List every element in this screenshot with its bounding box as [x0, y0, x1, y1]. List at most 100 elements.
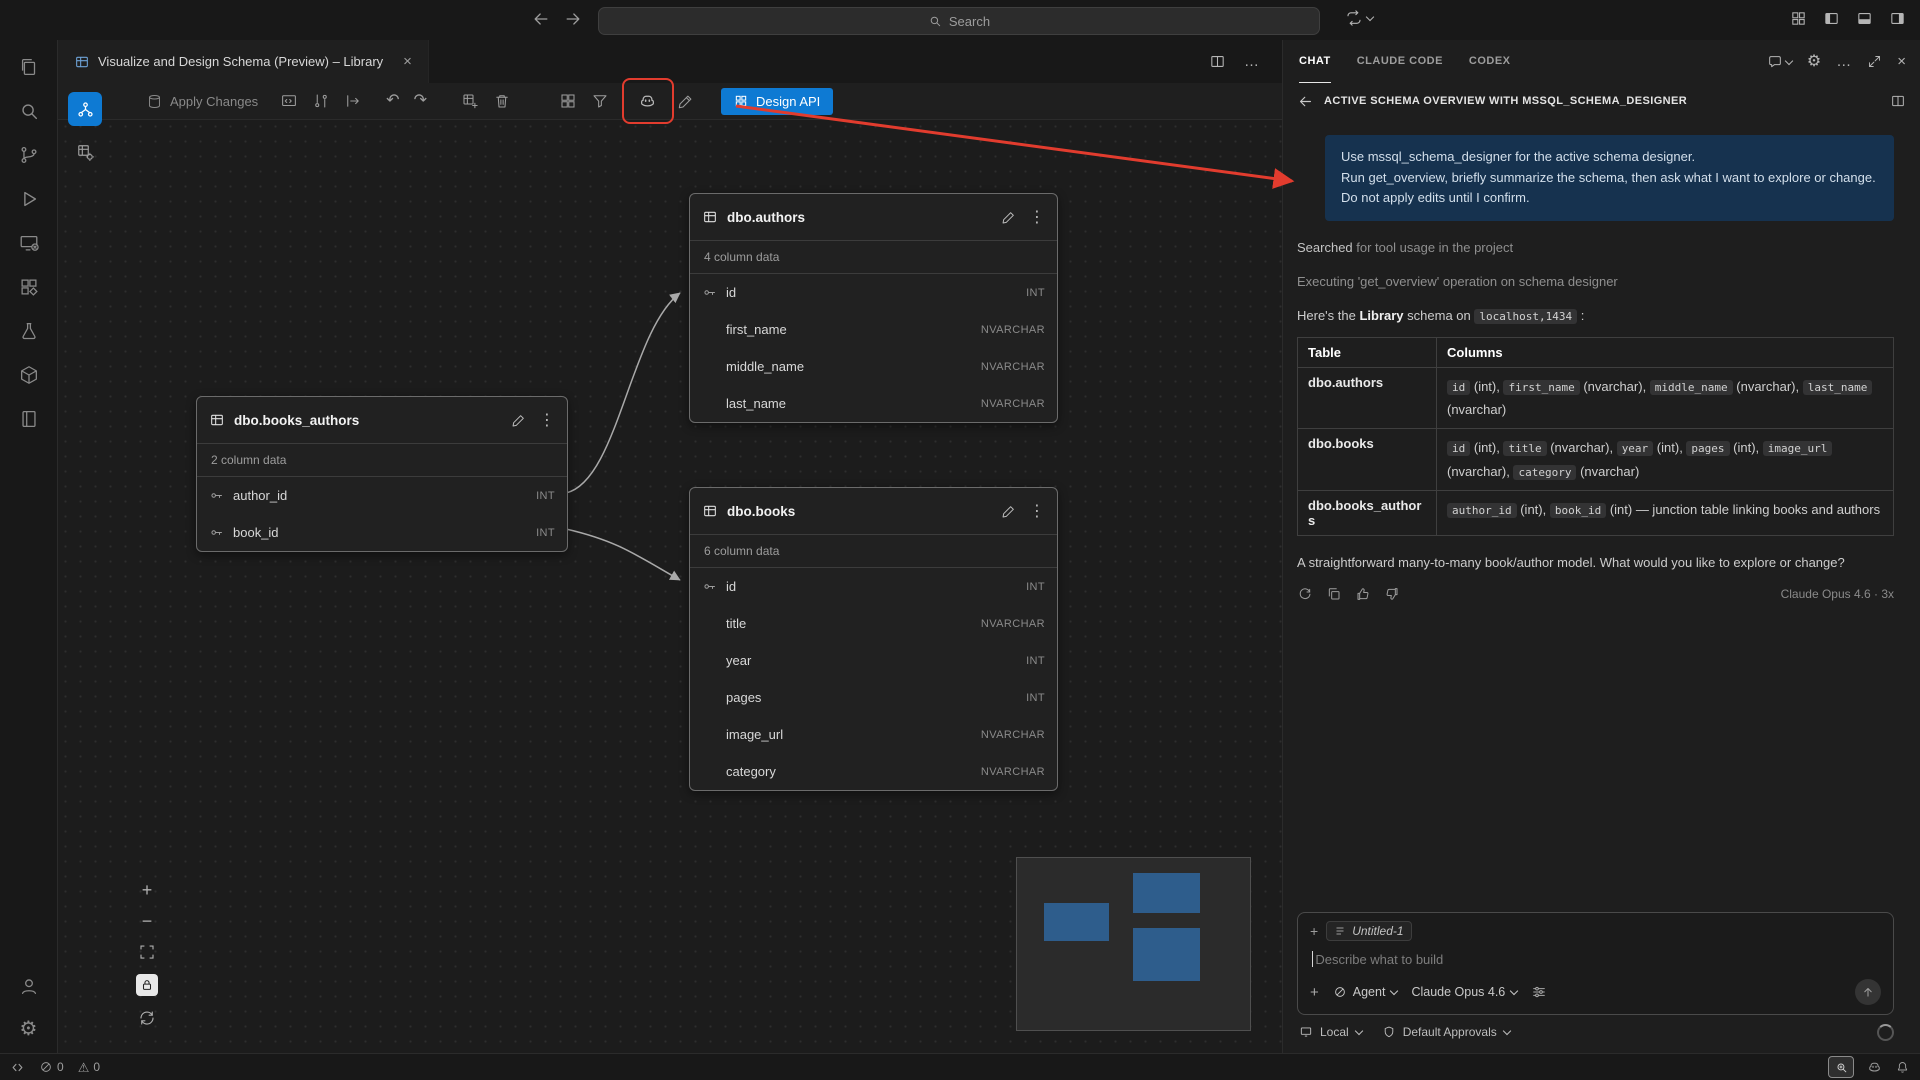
zoom-out-button[interactable]: − — [142, 912, 153, 930]
send-button[interactable] — [1855, 979, 1881, 1005]
source-control-icon[interactable] — [18, 144, 40, 166]
model-picker[interactable]: Claude Opus 4.6 — [1411, 985, 1517, 999]
column-row-id[interactable]: idINT — [690, 274, 1057, 311]
testing-icon[interactable] — [18, 320, 40, 342]
toggle-panel-icon[interactable] — [1856, 10, 1873, 27]
run-debug-icon[interactable] — [18, 188, 40, 210]
remote-indicator-icon[interactable] — [10, 1060, 25, 1075]
table-menu-icon[interactable]: ⋮ — [539, 410, 555, 430]
chat-more-icon[interactable]: … — [1836, 53, 1852, 70]
column-row-middle_name[interactable]: middle_nameNVARCHAR — [690, 348, 1057, 385]
edit-table-icon[interactable] — [1001, 209, 1017, 225]
diagram-minimap[interactable] — [1016, 857, 1251, 1031]
copilot-status-icon[interactable] — [1866, 1059, 1883, 1076]
split-editor-icon[interactable] — [1209, 53, 1226, 70]
column-name: author_id — [233, 488, 536, 503]
table-card-authors[interactable]: dbo.authors ⋮ 4 column data idINTfirst_n… — [689, 193, 1058, 423]
attach-icon[interactable]: + — [1310, 984, 1319, 1001]
tools-sliders-icon[interactable] — [1531, 984, 1547, 1000]
chat-tab-chat[interactable]: CHAT — [1299, 40, 1331, 83]
table-definition-view-button[interactable] — [68, 135, 102, 169]
toggle-sidebar-icon[interactable] — [1823, 10, 1840, 27]
notebook-icon[interactable] — [18, 408, 40, 430]
table-menu-icon[interactable]: ⋮ — [1029, 501, 1045, 521]
open-session-in-editor-icon[interactable] — [1890, 93, 1906, 109]
column-row-pages[interactable]: pagesINT — [690, 679, 1057, 716]
account-icon[interactable] — [18, 975, 40, 997]
thumbs-up-icon[interactable] — [1355, 586, 1371, 602]
chat-tab-claude-code[interactable]: CLAUDE CODE — [1357, 40, 1443, 83]
back-arrow-icon[interactable] — [531, 9, 551, 29]
user-message-line: Run get_overview, briefly summarize the … — [1341, 168, 1878, 189]
customize-layout-icon[interactable] — [1790, 10, 1807, 27]
close-chat-icon[interactable]: × — [1897, 53, 1906, 70]
table-card-books[interactable]: dbo.books ⋮ 6 column data idINTtitleNVAR… — [689, 487, 1058, 791]
publish-icon[interactable] — [344, 92, 362, 110]
column-row-title[interactable]: titleNVARCHAR — [690, 605, 1057, 642]
table-card-books-authors[interactable]: dbo.books_authors ⋮ 2 column data author… — [196, 396, 568, 552]
editor-tab-schema-designer[interactable]: Visualize and Design Schema (Preview) – … — [58, 40, 429, 83]
editor-actions-more-icon[interactable]: … — [1244, 53, 1260, 70]
regenerate-icon[interactable] — [1297, 586, 1313, 602]
column-row-last_name[interactable]: last_nameNVARCHAR — [690, 385, 1057, 422]
filter-icon[interactable] — [591, 92, 609, 110]
delete-table-icon[interactable] — [493, 92, 511, 110]
chat-settings-gear-icon[interactable]: ⚙ — [1807, 54, 1821, 70]
problems-errors[interactable]: 0 — [39, 1060, 64, 1074]
chat-input-field[interactable]: Describe what to build — [1312, 951, 1879, 967]
explorer-icon[interactable] — [18, 56, 40, 78]
database-projects-icon[interactable] — [18, 364, 40, 386]
close-tab-icon[interactable]: × — [403, 53, 412, 70]
table-menu-icon[interactable]: ⋮ — [1029, 207, 1045, 227]
notifications-bell-icon[interactable] — [1895, 1060, 1910, 1075]
add-table-icon[interactable] — [461, 92, 479, 110]
lock-button[interactable] — [136, 974, 158, 996]
environment-picker[interactable]: Local — [1299, 1025, 1362, 1039]
back-icon[interactable] — [1297, 93, 1314, 110]
mode-picker[interactable]: Agent — [1333, 985, 1398, 999]
attached-file-chip[interactable]: Untitled-1 — [1326, 921, 1411, 941]
column-row-book_id[interactable]: book_idINT — [197, 514, 567, 551]
column-row-id[interactable]: idINT — [690, 568, 1057, 605]
pen-icon[interactable] — [677, 92, 695, 110]
auto-arrange-icon[interactable] — [559, 92, 577, 110]
redo-icon[interactable]: ↷ — [414, 93, 427, 109]
search-sidebar-icon[interactable] — [18, 100, 40, 122]
apply-changes-button[interactable]: Apply Changes — [146, 93, 258, 110]
copy-icon[interactable] — [1326, 586, 1342, 602]
chat-input-box[interactable]: + Untitled-1 Describe what to build + — [1297, 912, 1894, 1015]
chat-tab-codex[interactable]: CODEX — [1469, 40, 1511, 83]
problems-warnings[interactable]: ⚠ 0 — [78, 1060, 100, 1074]
forward-arrow-icon[interactable] — [563, 9, 583, 29]
fit-to-screen-button[interactable] — [138, 943, 156, 961]
thumbs-down-icon[interactable] — [1384, 586, 1400, 602]
edit-table-icon[interactable] — [511, 412, 527, 428]
remote-explorer-icon[interactable] — [18, 232, 40, 254]
refresh-layout-button[interactable] — [138, 1009, 156, 1027]
column-row-image_url[interactable]: image_urlNVARCHAR — [690, 716, 1057, 753]
approvals-picker[interactable]: Default Approvals — [1382, 1025, 1510, 1039]
design-api-button[interactable]: Design API — [721, 88, 833, 115]
column-row-category[interactable]: categoryNVARCHAR — [690, 753, 1057, 790]
copilot-highlighted-button[interactable] — [633, 87, 663, 115]
table-column-count: 6 column data — [690, 535, 1057, 568]
column-row-year[interactable]: yearINT — [690, 642, 1057, 679]
zoom-in-button[interactable]: + — [142, 881, 153, 899]
expand-chat-icon[interactable] — [1867, 54, 1882, 69]
chat-mode-icon[interactable] — [1767, 54, 1792, 70]
column-row-author_id[interactable]: author_idINT — [197, 477, 567, 514]
undo-icon[interactable]: ↶ — [386, 93, 399, 109]
zoom-control-button[interactable] — [1828, 1056, 1854, 1078]
extensions-icon[interactable] — [18, 276, 40, 298]
add-context-icon[interactable]: + — [1310, 923, 1318, 939]
toggle-secondary-sidebar-icon[interactable] — [1889, 10, 1906, 27]
view-code-icon[interactable] — [280, 92, 298, 110]
schema-diagram-view-button[interactable] — [68, 92, 102, 126]
column-row-first_name[interactable]: first_nameNVARCHAR — [690, 311, 1057, 348]
session-picker[interactable] — [1345, 9, 1373, 27]
command-center-search[interactable]: Search — [598, 7, 1320, 35]
edit-table-icon[interactable] — [1001, 503, 1017, 519]
schema-canvas[interactable]: dbo.books_authors ⋮ 2 column data author… — [58, 119, 1282, 1053]
settings-gear-icon[interactable]: ⚙ — [20, 1019, 38, 1039]
schema-compare-icon[interactable] — [312, 92, 330, 110]
